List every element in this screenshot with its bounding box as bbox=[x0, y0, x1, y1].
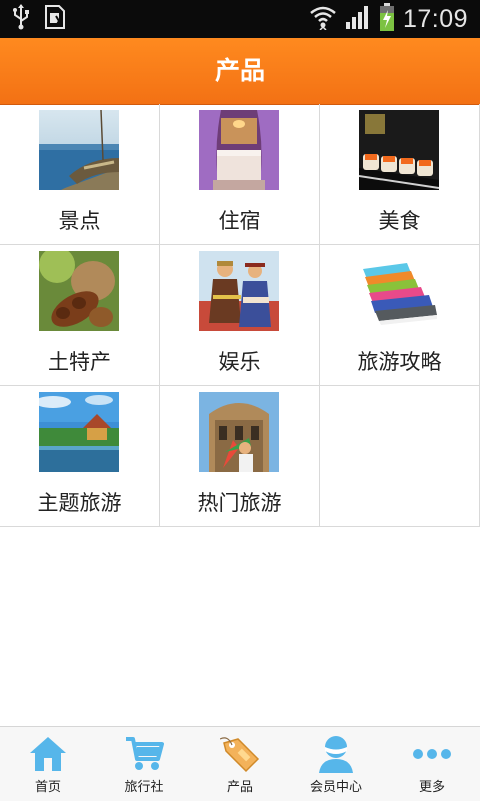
lakeside-pagoda-image bbox=[39, 392, 119, 472]
category-item-food[interactable]: 美食 bbox=[320, 104, 480, 245]
category-item-scenic[interactable]: 景点 bbox=[0, 104, 160, 245]
nav-label: 更多 bbox=[418, 780, 445, 795]
nav-item-more[interactable]: 更多 bbox=[384, 727, 480, 801]
category-item-popular-travel[interactable]: 热门旅游 bbox=[160, 386, 320, 527]
folk-dancers-image bbox=[199, 251, 279, 331]
category-item-theme-travel[interactable]: 主题旅游 bbox=[0, 386, 160, 527]
wifi-icon bbox=[309, 4, 337, 34]
category-label: 娱乐 bbox=[218, 350, 261, 374]
status-clock: 17:09 bbox=[402, 4, 468, 33]
nav-item-member-center[interactable]: 会员中心 bbox=[288, 727, 384, 801]
nav-label: 首页 bbox=[34, 780, 61, 795]
category-label: 旅游攻略 bbox=[357, 350, 442, 374]
bottom-navigation: 首页 旅行社 产品 会员中心 更多 bbox=[0, 726, 480, 801]
signal-icon bbox=[345, 4, 371, 34]
empty-grid-cell bbox=[320, 386, 480, 527]
category-grid: 景点 住宿 美食 土特产 娱乐 旅游攻略 主题旅游 热门旅游 bbox=[0, 104, 480, 527]
page-title: 产品 bbox=[214, 56, 265, 85]
battery-charging-icon bbox=[379, 2, 395, 36]
sim-card-icon bbox=[44, 4, 66, 34]
home-icon bbox=[28, 735, 68, 773]
status-bar: 17:09 bbox=[0, 0, 480, 38]
category-label: 住宿 bbox=[218, 209, 261, 233]
nav-label: 产品 bbox=[226, 780, 253, 795]
shopping-cart-icon bbox=[124, 735, 164, 773]
more-dots-icon bbox=[412, 735, 452, 773]
category-item-specialty[interactable]: 土特产 bbox=[0, 245, 160, 386]
category-label: 美食 bbox=[378, 209, 421, 233]
user-icon bbox=[316, 735, 356, 773]
category-item-lodging[interactable]: 住宿 bbox=[160, 104, 320, 245]
nav-label: 旅行社 bbox=[124, 780, 164, 795]
tourist-building-image bbox=[199, 392, 279, 472]
usb-icon bbox=[12, 4, 30, 34]
category-label: 土特产 bbox=[48, 350, 111, 374]
category-label: 热门旅游 bbox=[197, 491, 282, 515]
category-item-entertainment[interactable]: 娱乐 bbox=[160, 245, 320, 386]
lake-boat-image bbox=[39, 110, 119, 190]
sushi-image bbox=[359, 110, 439, 190]
category-label: 景点 bbox=[58, 209, 101, 233]
category-item-travel-guide[interactable]: 旅游攻略 bbox=[320, 245, 480, 386]
title-bar: 产品 bbox=[0, 38, 480, 105]
nav-label: 会员中心 bbox=[309, 780, 362, 795]
hotel-room-image bbox=[199, 110, 279, 190]
category-label: 主题旅游 bbox=[37, 491, 122, 515]
price-tag-icon bbox=[219, 735, 260, 773]
nav-item-travel-agency[interactable]: 旅行社 bbox=[96, 727, 192, 801]
nav-item-products[interactable]: 产品 bbox=[192, 727, 288, 801]
books-image bbox=[359, 251, 439, 331]
nav-item-home[interactable]: 首页 bbox=[0, 727, 96, 801]
tamarind-image bbox=[39, 251, 119, 331]
